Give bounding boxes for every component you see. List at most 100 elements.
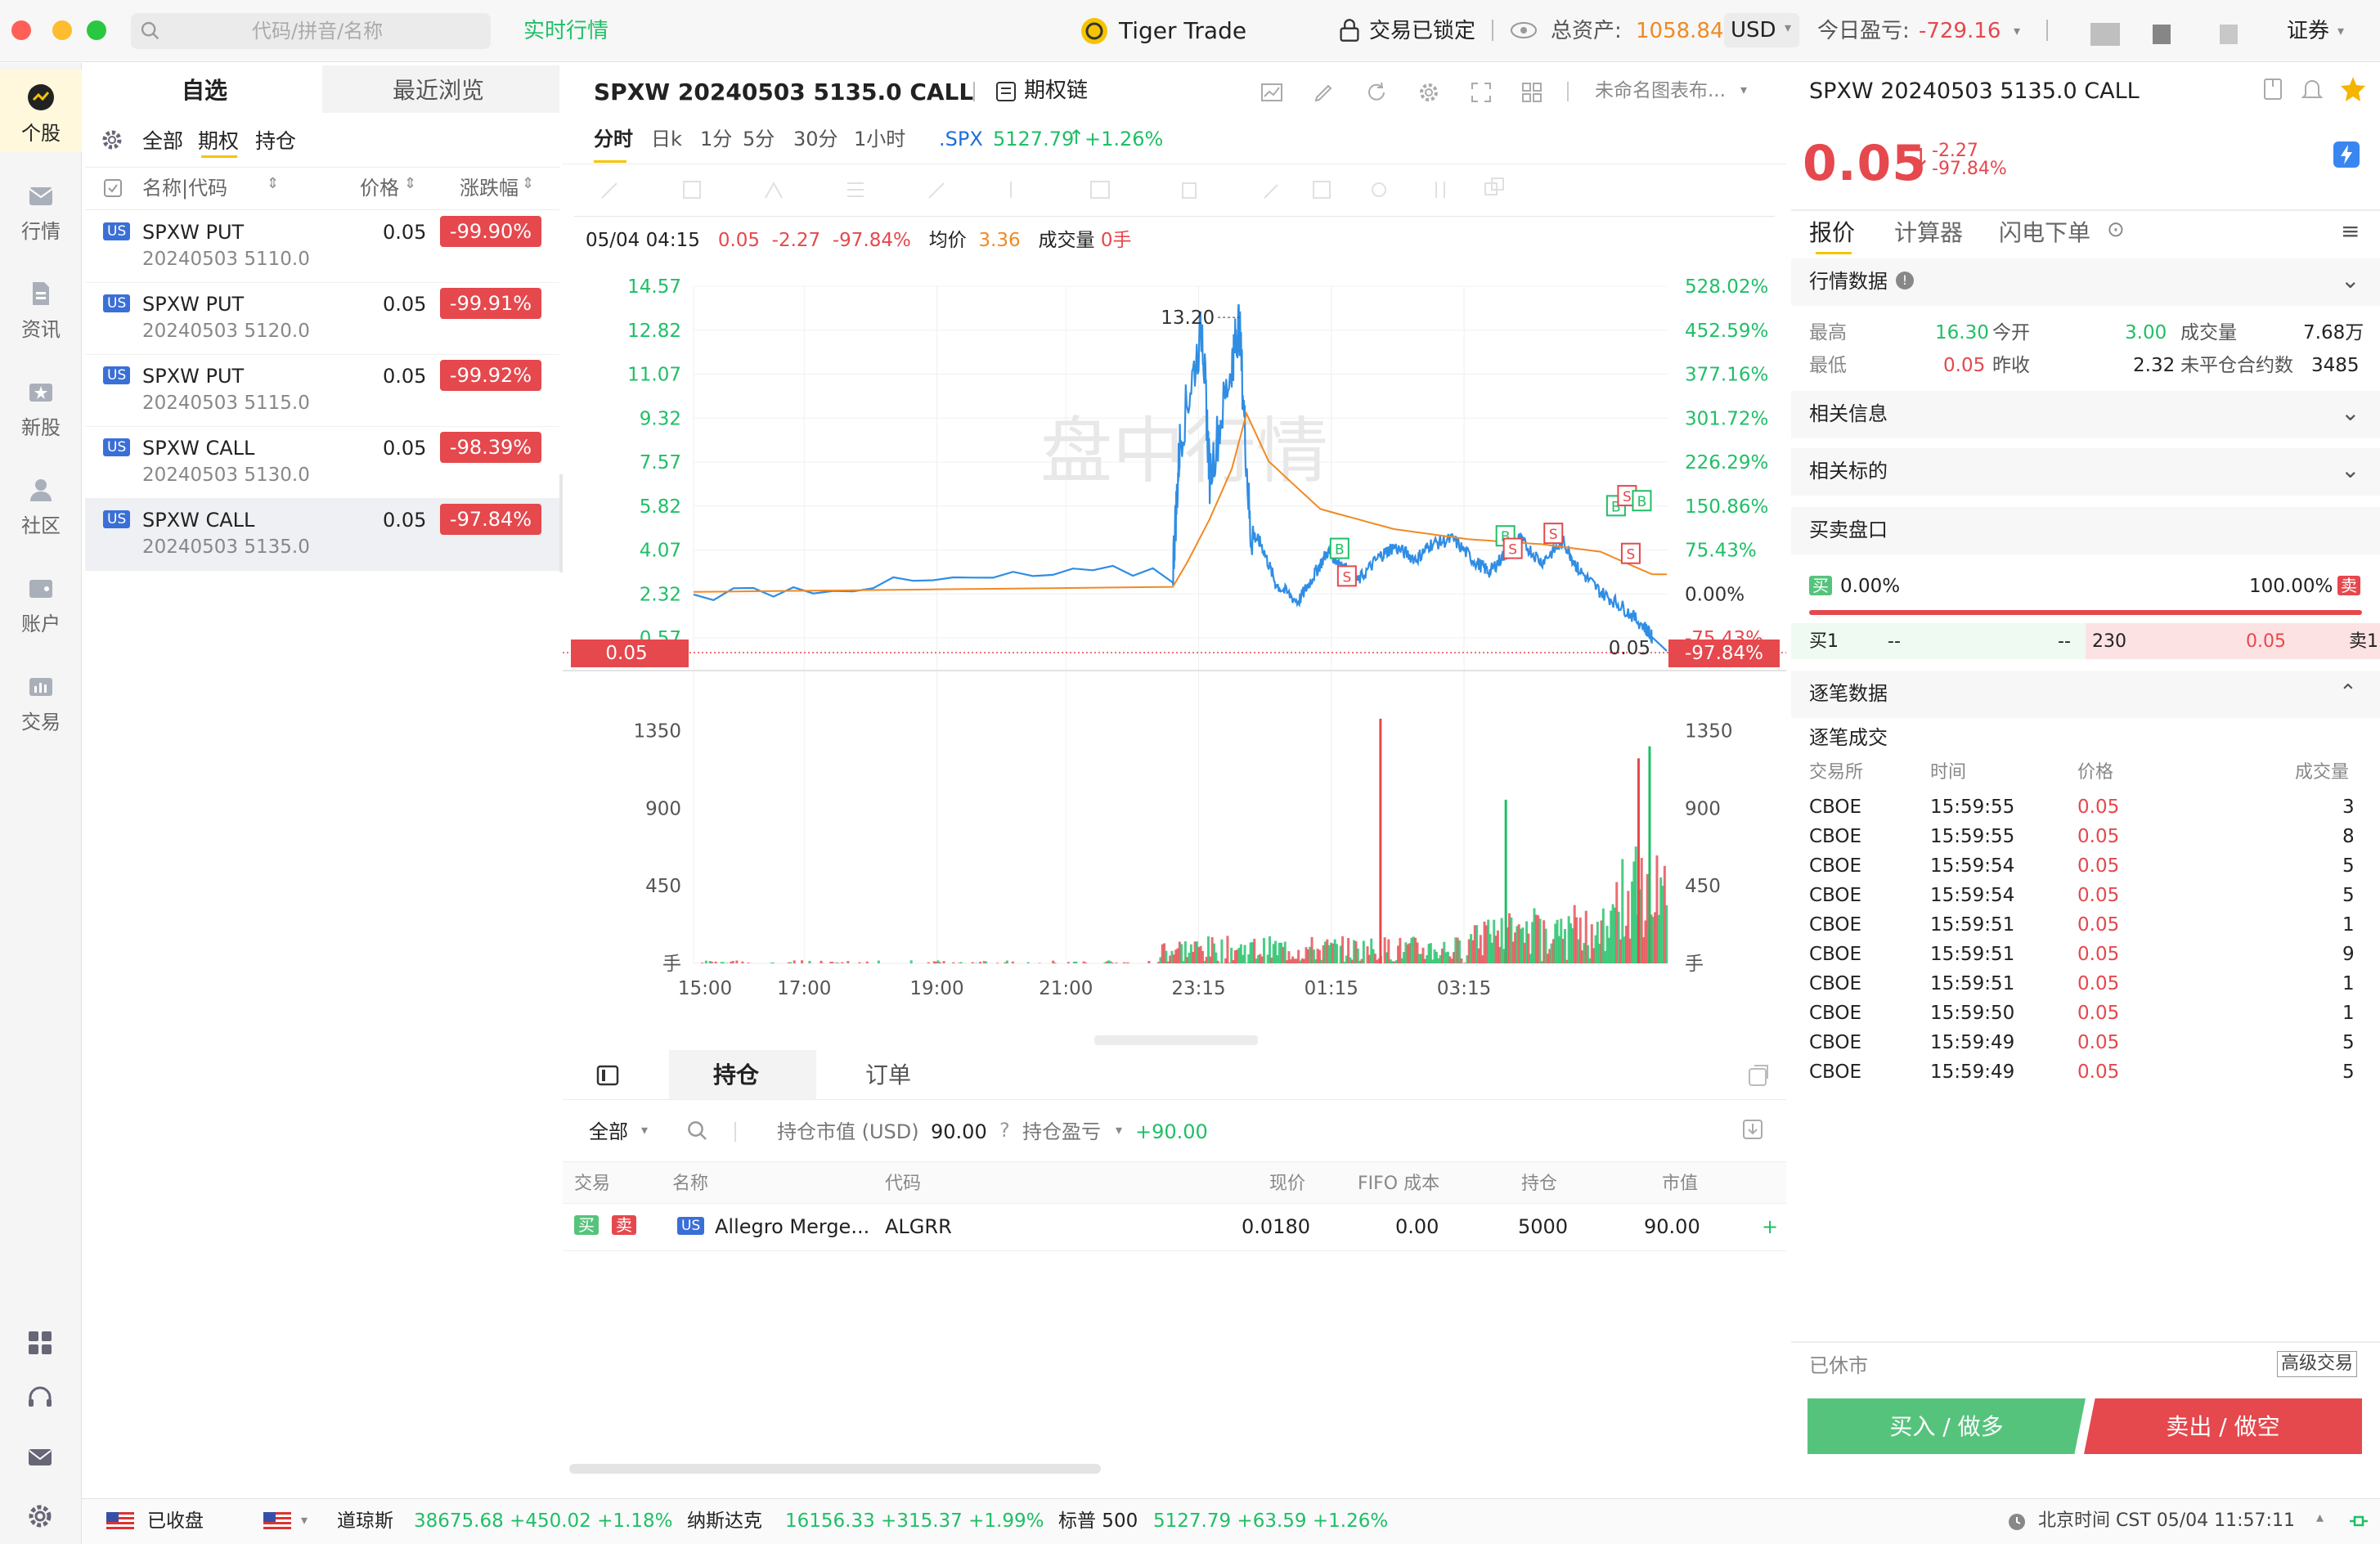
list-item[interactable]: US SPXW PUT 20240503 5115.0 0.05 -99.92% [85, 355, 559, 427]
buy-long-button[interactable]: 买入 / 做多 [1807, 1398, 2086, 1454]
period-tab[interactable]: 日k [651, 128, 682, 151]
underlying-symbol[interactable]: .SPX [939, 128, 983, 151]
tab-positions[interactable]: 持仓 [669, 1050, 816, 1099]
mail-icon[interactable] [26, 1443, 54, 1471]
section-related-underlying[interactable]: 相关标的 ⌄ [1791, 448, 2380, 496]
currency-select[interactable]: USD ▾ [1724, 13, 1799, 47]
menu-icon[interactable]: ≡ [2341, 218, 2360, 245]
column-header-price[interactable]: 价格 [360, 177, 399, 200]
add-icon[interactable]: + [1762, 1215, 1778, 1239]
minimize-window-button[interactable] [52, 20, 72, 40]
period-tab[interactable]: 5分 [743, 128, 775, 151]
filter-options[interactable]: 期权 [198, 129, 239, 154]
headset-icon[interactable] [26, 1385, 54, 1412]
apps-grid-icon[interactable] [26, 1329, 54, 1357]
section-market-data[interactable]: 行情数据 ! ⌄ [1791, 258, 2380, 306]
row-buy-button[interactable]: 买 [574, 1215, 599, 1235]
nav-item-trade[interactable]: 交易 [0, 658, 82, 740]
select-all-checkbox-icon[interactable] [103, 178, 123, 198]
search-input[interactable]: 代码/拼音/名称 [131, 13, 491, 49]
section-tick-data[interactable]: 逐笔数据 ⌃ [1791, 671, 2380, 718]
chevron-down-icon[interactable]: ▾ [301, 1512, 308, 1528]
chart-layout-select[interactable]: 未命名图表布... [1595, 80, 1726, 103]
column-header-change[interactable]: 涨跌幅 [460, 177, 519, 200]
position-filter-select[interactable]: 全部 [589, 1120, 628, 1144]
connection-icon[interactable] [2347, 1512, 2370, 1530]
intraday-chart[interactable]: 盘中行情14.5712.8211.079.327.575.824.072.320… [563, 254, 1786, 1039]
option-chain-link[interactable]: 期权链 [1024, 79, 1088, 104]
tab-orders[interactable]: 订单 [865, 1062, 911, 1089]
advanced-trade-button[interactable]: 高级交易 [2277, 1351, 2358, 1378]
chevron-down-icon[interactable]: ▾ [2014, 18, 2020, 44]
nav-item-news[interactable]: 资讯 [0, 266, 82, 348]
eye-icon[interactable] [1510, 20, 1538, 41]
tab-flash-order[interactable]: 闪电下单 [1999, 219, 2090, 247]
nav-item-community[interactable]: 社区 [0, 462, 82, 544]
trade-locked-label[interactable]: 交易已锁定 [1369, 18, 1475, 44]
volume-bar [1341, 936, 1345, 963]
us-flag-icon[interactable] [263, 1512, 291, 1530]
popout-icon[interactable] [1747, 1063, 1772, 1088]
securities-menu[interactable]: 证券 [2287, 18, 2329, 44]
active-filter-underline [201, 155, 237, 158]
quote-price: 0.05 [1803, 135, 1928, 192]
tab-watchlist[interactable]: 自选 [85, 65, 322, 113]
y-tick-right: 301.72% [1685, 408, 1768, 429]
row-sell-button[interactable]: 卖 [612, 1215, 636, 1235]
table-row[interactable]: 买 卖 US Allegro Merge... ALGRR 0.0180 0.0… [563, 1204, 1786, 1251]
note-icon[interactable] [2261, 77, 2285, 101]
symbol-code: 20240503 5110.0 [142, 249, 310, 270]
chevron-up-icon[interactable]: ▴ [2316, 1509, 2324, 1527]
list-item[interactable]: US SPXW PUT 20240503 5120.0 0.05 -99.91% [85, 283, 559, 355]
period-tab[interactable]: 1小时 [854, 128, 905, 151]
sell-short-button[interactable]: 卖出 / 做空 [2084, 1398, 2362, 1454]
horizontal-scrollbar[interactable] [569, 1464, 1101, 1474]
tick-price: 0.05 [2077, 1062, 2120, 1083]
settings-icon[interactable] [26, 1502, 54, 1530]
period-tab[interactable]: 30分 [793, 128, 838, 151]
filter-all[interactable]: 全部 [142, 129, 183, 154]
chart-resize-handle[interactable] [1094, 1035, 1258, 1045]
info-time: 05/04 04:15 [586, 230, 700, 251]
nav-item-stock[interactable]: 个股 [0, 70, 82, 151]
list-item[interactable]: US SPXW PUT 20240503 5110.0 0.05 -99.90% [85, 211, 559, 283]
tab-quote[interactable]: 报价 [1809, 219, 1855, 247]
gear-icon[interactable] [100, 128, 124, 152]
export-icon[interactable] [1740, 1117, 1765, 1142]
list-item[interactable]: US SPXW CALL 20240503 5130.0 0.05 -98.39% [85, 427, 559, 499]
nav-item-account[interactable]: 账户 [0, 560, 82, 642]
period-tab[interactable]: 1分 [700, 128, 732, 151]
chevron-down-icon: ▾ [641, 1122, 649, 1138]
volume-bar [735, 960, 739, 963]
chart-settings-icon[interactable] [1417, 80, 1441, 105]
nav-item-market[interactable]: 行情 [0, 168, 82, 249]
y-tick-right: 226.29% [1685, 452, 1768, 474]
bell-icon[interactable] [2300, 77, 2324, 101]
indicator-icon[interactable] [1260, 80, 1284, 105]
ticks-title: 逐笔成交 [1809, 726, 1888, 749]
layout-grid-icon[interactable] [1520, 80, 1544, 105]
lightning-icon[interactable] [2333, 141, 2360, 168]
realtime-quote-link[interactable]: 实时行情 [523, 18, 608, 44]
position-price: 0.0180 [1242, 1215, 1310, 1238]
sidebar-toggle-icon[interactable] [595, 1063, 620, 1088]
info-icon[interactable]: ! [1896, 272, 1914, 290]
more-dots-icon[interactable]: ⊙ [2107, 218, 2125, 243]
period-tab[interactable]: 分时 [594, 128, 633, 151]
section-related-info[interactable]: 相关信息 ⌄ [1791, 391, 2380, 438]
draw-icon[interactable] [1312, 80, 1336, 105]
tab-recent[interactable]: 最近浏览 [322, 65, 559, 113]
list-item[interactable]: US SPXW CALL 20240503 5135.0 0.05 -97.84% [85, 499, 559, 571]
search-icon[interactable] [685, 1119, 710, 1143]
tab-calculator[interactable]: 计算器 [1894, 219, 1963, 247]
nav-item-ipo[interactable]: 新股 [0, 364, 82, 446]
column-header-name[interactable]: 名称|代码 [142, 177, 227, 200]
refresh-icon[interactable] [1364, 80, 1389, 105]
close-window-button[interactable] [11, 20, 31, 40]
fullscreen-icon[interactable] [1469, 80, 1493, 105]
tick-exchange: CBOE [1809, 826, 1862, 847]
help-icon[interactable]: ? [999, 1119, 1010, 1142]
maximize-window-button[interactable] [87, 20, 106, 40]
star-icon[interactable] [2339, 75, 2367, 103]
filter-positions[interactable]: 持仓 [255, 129, 296, 154]
